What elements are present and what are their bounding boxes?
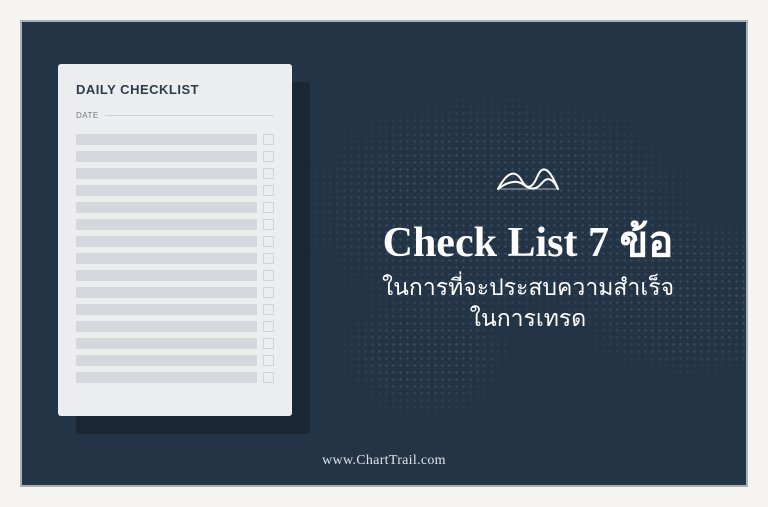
chart-wave-icon: [494, 157, 562, 206]
checklist-row: [76, 253, 274, 264]
checklist-row: [76, 134, 274, 145]
subtitle-line-2: ในการเทรด: [470, 305, 586, 331]
row-checkbox: [263, 253, 274, 264]
footer-url: www.ChartTrail.com: [22, 453, 746, 469]
headline-title: Check List 7 ข้อ: [338, 220, 718, 266]
date-underline: [105, 115, 274, 116]
row-bar: [76, 253, 257, 264]
checklist-card: DAILY CHECKLIST DATE: [58, 64, 292, 416]
row-bar: [76, 185, 257, 196]
row-checkbox: [263, 151, 274, 162]
row-checkbox: [263, 134, 274, 145]
row-checkbox: [263, 270, 274, 281]
row-checkbox: [263, 355, 274, 366]
row-checkbox: [263, 236, 274, 247]
row-checkbox: [263, 372, 274, 383]
row-bar: [76, 236, 257, 247]
row-bar: [76, 287, 257, 298]
row-checkbox: [263, 304, 274, 315]
checklist-row: [76, 185, 274, 196]
banner-frame: DAILY CHECKLIST DATE Check List 7 ข้อ ใน…: [20, 20, 748, 487]
row-bar: [76, 338, 257, 349]
row-bar: [76, 202, 257, 213]
row-bar: [76, 355, 257, 366]
row-bar: [76, 304, 257, 315]
subtitle-line-1: ในการที่จะประสบความสำเร็จ: [382, 274, 674, 300]
checklist-row: [76, 168, 274, 179]
checklist-row: [76, 304, 274, 315]
headline-subtitle: ในการที่จะประสบความสำเร็จ ในการเทรด: [338, 272, 718, 334]
row-bar: [76, 372, 257, 383]
row-bar: [76, 151, 257, 162]
row-bar: [76, 270, 257, 281]
checklist-row: [76, 202, 274, 213]
checklist-row: [76, 270, 274, 281]
checklist-row: [76, 151, 274, 162]
row-bar: [76, 321, 257, 332]
checklist-row: [76, 219, 274, 230]
row-checkbox: [263, 185, 274, 196]
checklist-row: [76, 236, 274, 247]
checklist-row: [76, 372, 274, 383]
row-checkbox: [263, 219, 274, 230]
row-checkbox: [263, 287, 274, 298]
checklist-rows: [76, 134, 274, 383]
checklist-title: DAILY CHECKLIST: [76, 82, 274, 97]
row-checkbox: [263, 202, 274, 213]
row-bar: [76, 168, 257, 179]
checklist-date-label: DATE: [76, 111, 99, 120]
checklist-row: [76, 338, 274, 349]
row-checkbox: [263, 168, 274, 179]
checklist-date-row: DATE: [76, 111, 274, 120]
row-bar: [76, 134, 257, 145]
row-bar: [76, 219, 257, 230]
row-checkbox: [263, 338, 274, 349]
checklist-row: [76, 321, 274, 332]
checklist-row: [76, 287, 274, 298]
row-checkbox: [263, 321, 274, 332]
checklist-row: [76, 355, 274, 366]
headline-block: Check List 7 ข้อ ในการที่จะประสบความสำเร…: [338, 157, 718, 334]
